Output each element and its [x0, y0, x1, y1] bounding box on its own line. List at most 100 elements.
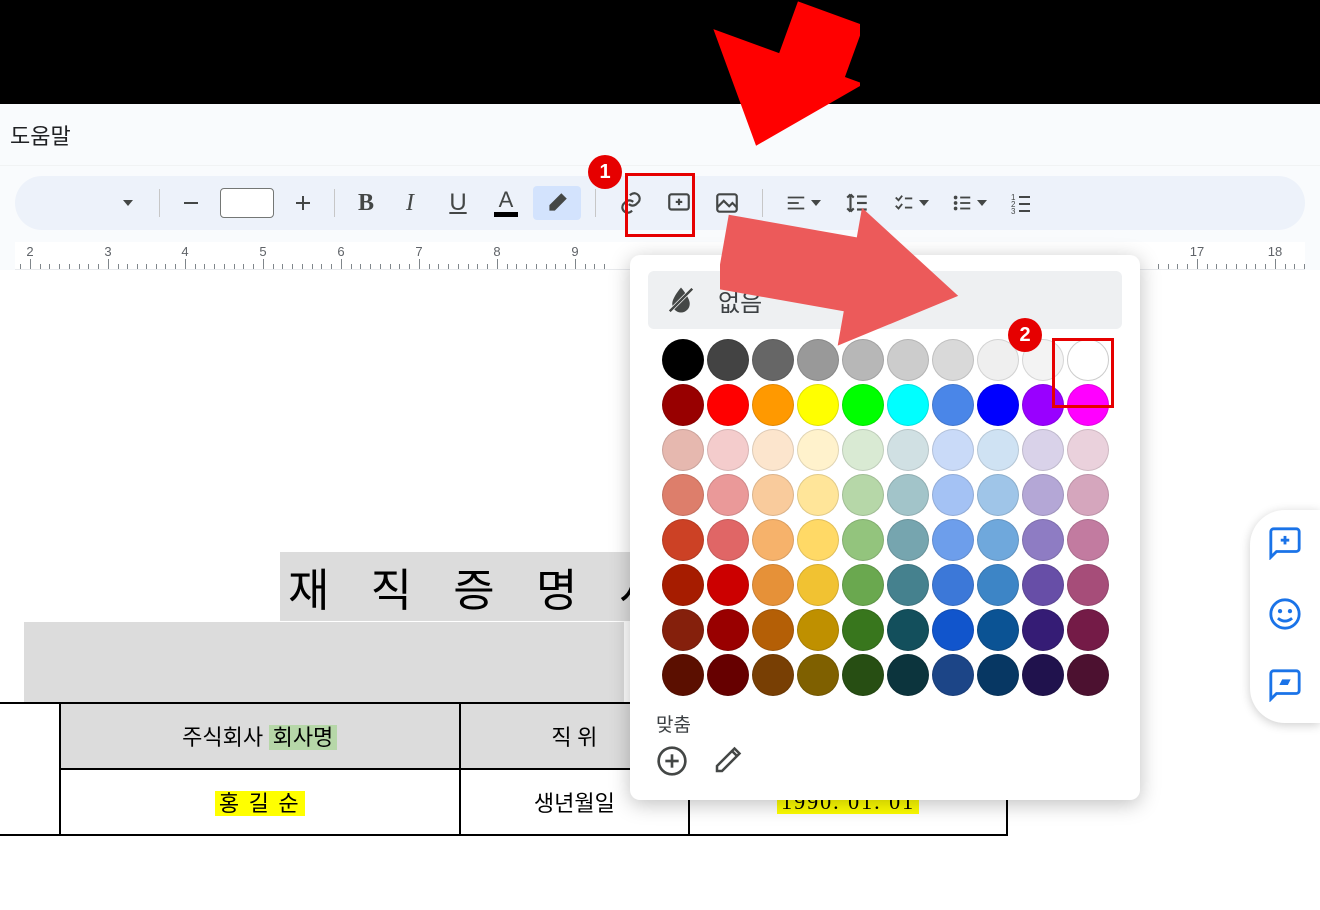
color-swatch[interactable]	[887, 339, 929, 381]
side-emoji-button[interactable]	[1268, 597, 1302, 636]
color-swatch[interactable]	[752, 609, 794, 651]
color-swatch[interactable]	[662, 384, 704, 426]
side-add-comment-button[interactable]	[1268, 526, 1302, 565]
color-swatch[interactable]	[1067, 429, 1109, 471]
color-swatch[interactable]	[1067, 519, 1109, 561]
text-color-button[interactable]: A	[485, 186, 527, 220]
color-swatch[interactable]	[797, 384, 839, 426]
color-swatch[interactable]	[887, 564, 929, 606]
color-swatch[interactable]	[842, 654, 884, 696]
color-swatch[interactable]	[842, 429, 884, 471]
color-swatch[interactable]	[797, 564, 839, 606]
insert-image-button[interactable]	[706, 186, 748, 220]
table-cell[interactable]	[0, 703, 60, 835]
color-swatch[interactable]	[977, 384, 1019, 426]
color-swatch[interactable]	[1022, 339, 1064, 381]
underline-button[interactable]: U	[437, 186, 479, 220]
color-swatch[interactable]	[977, 339, 1019, 381]
color-swatch[interactable]	[932, 429, 974, 471]
color-swatch[interactable]	[752, 384, 794, 426]
color-swatch[interactable]	[707, 519, 749, 561]
color-swatch[interactable]	[1067, 654, 1109, 696]
color-swatch[interactable]	[932, 474, 974, 516]
checklist-dropdown[interactable]	[885, 186, 937, 220]
color-swatch[interactable]	[977, 474, 1019, 516]
color-swatch[interactable]	[977, 609, 1019, 651]
color-swatch[interactable]	[662, 519, 704, 561]
color-swatch[interactable]	[797, 474, 839, 516]
color-swatch[interactable]	[752, 654, 794, 696]
color-swatch[interactable]	[977, 519, 1019, 561]
color-swatch[interactable]	[797, 609, 839, 651]
color-swatch[interactable]	[887, 609, 929, 651]
line-spacing-button[interactable]	[835, 186, 879, 220]
color-swatch[interactable]	[797, 519, 839, 561]
color-swatch[interactable]	[932, 339, 974, 381]
color-swatch[interactable]	[977, 564, 1019, 606]
color-swatch[interactable]	[842, 564, 884, 606]
color-swatch[interactable]	[662, 609, 704, 651]
font-size-input[interactable]	[220, 188, 274, 218]
color-swatch[interactable]	[707, 339, 749, 381]
color-swatch[interactable]	[932, 609, 974, 651]
add-comment-button[interactable]	[658, 186, 700, 220]
color-none-button[interactable]: 없음	[648, 271, 1122, 329]
color-swatch[interactable]	[932, 384, 974, 426]
color-swatch[interactable]	[932, 654, 974, 696]
bold-button[interactable]: B	[349, 186, 383, 220]
color-swatch[interactable]	[932, 519, 974, 561]
color-swatch[interactable]	[1067, 339, 1109, 381]
menu-help[interactable]: 도움말	[10, 119, 71, 151]
color-swatch[interactable]	[752, 564, 794, 606]
color-swatch[interactable]	[1067, 384, 1109, 426]
font-size-increase[interactable]	[286, 186, 320, 220]
color-swatch[interactable]	[887, 654, 929, 696]
color-swatch[interactable]	[887, 474, 929, 516]
highlight-color-button[interactable]	[533, 186, 581, 220]
align-dropdown[interactable]	[777, 186, 829, 220]
color-swatch[interactable]	[707, 384, 749, 426]
color-swatch[interactable]	[842, 519, 884, 561]
doc-title-selected[interactable]: 재 직 증 명 서	[280, 552, 683, 621]
color-swatch[interactable]	[1022, 609, 1064, 651]
color-swatch[interactable]	[1067, 564, 1109, 606]
color-swatch[interactable]	[797, 654, 839, 696]
color-swatch[interactable]	[662, 474, 704, 516]
color-swatch[interactable]	[977, 429, 1019, 471]
numbered-list-button[interactable]: 123	[1001, 186, 1041, 220]
color-swatch[interactable]	[662, 429, 704, 471]
italic-button[interactable]: I	[389, 186, 431, 220]
add-custom-color-button[interactable]	[656, 745, 688, 782]
color-swatch[interactable]	[842, 384, 884, 426]
color-swatch[interactable]	[707, 654, 749, 696]
table-cell[interactable]: 주식회사 회사명	[60, 703, 460, 769]
color-swatch[interactable]	[887, 519, 929, 561]
color-swatch[interactable]	[1067, 474, 1109, 516]
color-swatch[interactable]	[662, 564, 704, 606]
color-swatch[interactable]	[842, 339, 884, 381]
eyedropper-button[interactable]	[712, 746, 742, 781]
color-swatch[interactable]	[707, 564, 749, 606]
color-swatch[interactable]	[1022, 429, 1064, 471]
color-swatch[interactable]	[1067, 609, 1109, 651]
color-swatch[interactable]	[752, 339, 794, 381]
bullet-list-dropdown[interactable]	[943, 186, 995, 220]
color-swatch[interactable]	[752, 474, 794, 516]
font-size-decrease[interactable]	[174, 186, 208, 220]
color-swatch[interactable]	[1022, 654, 1064, 696]
color-swatch[interactable]	[1022, 564, 1064, 606]
color-swatch[interactable]	[1022, 474, 1064, 516]
color-swatch[interactable]	[707, 609, 749, 651]
color-swatch[interactable]	[752, 429, 794, 471]
color-swatch[interactable]	[662, 339, 704, 381]
styles-dropdown[interactable]	[111, 186, 145, 220]
color-swatch[interactable]	[662, 654, 704, 696]
side-suggest-button[interactable]	[1268, 668, 1302, 707]
color-swatch[interactable]	[842, 609, 884, 651]
color-swatch[interactable]	[977, 654, 1019, 696]
color-swatch[interactable]	[887, 429, 929, 471]
color-swatch[interactable]	[707, 474, 749, 516]
table-cell[interactable]: 홍 길 순	[60, 769, 460, 835]
color-swatch[interactable]	[842, 474, 884, 516]
color-swatch[interactable]	[887, 384, 929, 426]
